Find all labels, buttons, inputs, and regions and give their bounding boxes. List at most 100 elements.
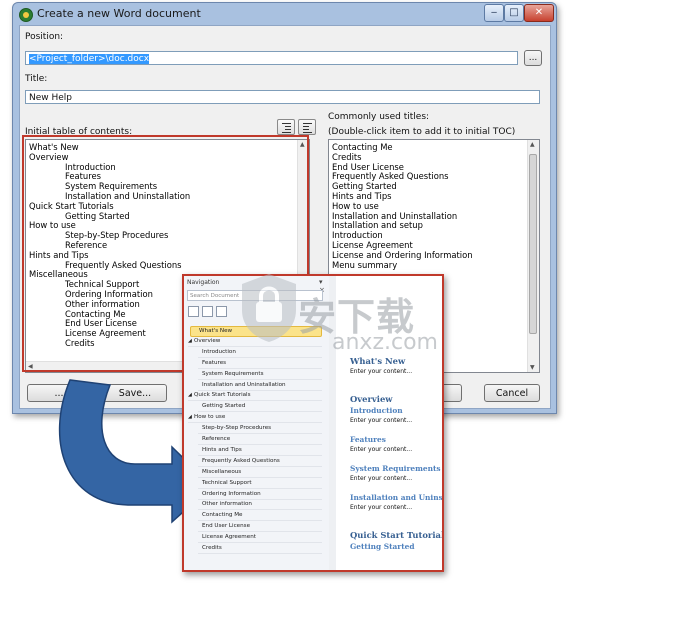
- nav-heading-item[interactable]: Quick Start Tutorials ◢: [188, 391, 322, 402]
- position-value: <Project_folder>\doc.docx: [29, 54, 150, 64]
- toc-item[interactable]: Quick Start Tutorials: [29, 201, 114, 211]
- close-button[interactable]: ✕: [524, 4, 554, 22]
- outdent-button[interactable]: [277, 119, 295, 135]
- toc-item[interactable]: How to use: [29, 220, 76, 230]
- common-vertical-scrollbar[interactable]: ▲ ▼: [527, 140, 539, 372]
- nav-heading-item[interactable]: Frequently Asked Questions: [198, 457, 322, 467]
- load-button[interactable]: ...: [27, 384, 91, 402]
- toc-item[interactable]: Step-by-Step Procedures: [65, 230, 168, 240]
- doc-heading: Quick Start Tutorials: [350, 530, 444, 540]
- nav-heading-item[interactable]: Installation and Uninstallation: [198, 381, 322, 391]
- toc-item[interactable]: Hints and Tips: [29, 250, 89, 260]
- scroll-down-icon[interactable]: ▼: [530, 364, 535, 371]
- browse-button[interactable]: ...: [524, 50, 542, 66]
- navigation-title: Navigation: [187, 279, 220, 286]
- common-title-item[interactable]: Installation and Uninstallation: [332, 211, 457, 221]
- common-title-item[interactable]: Introduction: [332, 230, 383, 240]
- nav-search-input[interactable]: Search Document: [187, 290, 323, 301]
- doc-heading: What's New: [350, 356, 406, 366]
- scroll-up-icon[interactable]: ▲: [530, 141, 535, 148]
- word-preview-inset: Navigation ▾ × Search Document What's Ne…: [182, 274, 444, 572]
- common-title-item[interactable]: Hints and Tips: [332, 191, 392, 201]
- doc-heading: System Requirements: [350, 464, 441, 473]
- scroll-left-icon[interactable]: ◀: [28, 363, 33, 370]
- doc-paragraph: Enter your content...: [350, 475, 413, 482]
- position-field[interactable]: <Project_folder>\doc.docx: [25, 51, 518, 65]
- cancel-button[interactable]: Cancel: [484, 384, 540, 402]
- save-button[interactable]: Save...: [103, 384, 167, 402]
- toc-item[interactable]: Reference: [65, 240, 107, 250]
- toc-item[interactable]: System Requirements: [65, 181, 157, 191]
- common-title-item[interactable]: License and Ordering Information: [332, 250, 473, 260]
- indent-button[interactable]: [298, 119, 316, 135]
- maximize-button[interactable]: □: [504, 4, 524, 22]
- collapse-triangle-icon[interactable]: ◢: [188, 337, 192, 346]
- doc-heading: Installation and Uninstallation: [350, 493, 443, 502]
- nav-heading-item[interactable]: End User License: [198, 522, 322, 533]
- collapse-triangle-icon[interactable]: ◢: [188, 413, 192, 422]
- position-label: Position:: [25, 32, 64, 42]
- nav-heading-item[interactable]: Hints and Tips: [198, 446, 322, 456]
- nav-heading-item[interactable]: Reference: [198, 435, 322, 445]
- headings-view-icon[interactable]: [188, 306, 199, 317]
- doc-paragraph: Enter your content...: [350, 417, 413, 424]
- common-title-item[interactable]: License Agreement: [332, 240, 413, 250]
- nav-heading-item[interactable]: Other information: [198, 500, 322, 511]
- title-bar[interactable]: Create a new Word document ‒ □ ✕: [13, 3, 556, 25]
- app-icon: [19, 8, 33, 22]
- common-title-item[interactable]: How to use: [332, 201, 379, 211]
- title-label: Title:: [25, 74, 48, 84]
- nav-heading-item[interactable]: Step-by-Step Procedures: [198, 424, 322, 435]
- common-titles-hint: (Double-click item to add it to initial …: [328, 127, 516, 137]
- nav-heading-item[interactable]: Contacting Me: [198, 511, 322, 522]
- doc-paragraph: Enter your content...: [350, 368, 413, 375]
- toc-label: Initial table of contents:: [25, 127, 133, 137]
- nav-heading-item[interactable]: License Agreement: [198, 533, 322, 544]
- nav-heading-item[interactable]: Overview ◢: [188, 337, 322, 347]
- toc-item[interactable]: Frequently Asked Questions: [65, 260, 182, 270]
- toc-item[interactable]: Installation and Uninstallation: [65, 191, 190, 201]
- results-view-icon[interactable]: [216, 306, 227, 317]
- toc-item[interactable]: Credits: [65, 338, 95, 348]
- toc-item[interactable]: Introduction: [65, 162, 116, 172]
- nav-heading-item[interactable]: Features: [198, 359, 322, 369]
- nav-heading-item[interactable]: Getting Started: [198, 402, 322, 413]
- scroll-up-icon[interactable]: ▲: [300, 141, 305, 148]
- toc-item[interactable]: End User License: [65, 318, 137, 328]
- scroll-thumb[interactable]: [529, 154, 537, 334]
- common-title-item[interactable]: End User License: [332, 162, 404, 172]
- nav-heading-item[interactable]: Introduction: [198, 348, 322, 358]
- doc-paragraph: Enter your content...: [350, 504, 413, 511]
- toc-item[interactable]: Overview: [29, 152, 68, 162]
- minimize-button[interactable]: ‒: [484, 4, 504, 22]
- toc-item[interactable]: Features: [65, 171, 101, 181]
- common-title-item[interactable]: Getting Started: [332, 181, 397, 191]
- nav-heading-item[interactable]: How to use ◢: [188, 413, 322, 424]
- nav-view-tabs: [188, 306, 230, 317]
- title-input[interactable]: New Help: [25, 90, 540, 104]
- toc-item[interactable]: What's New: [29, 142, 79, 152]
- toc-item[interactable]: Ordering Information: [65, 289, 153, 299]
- doc-heading: Features: [350, 435, 386, 444]
- toc-item[interactable]: License Agreement: [65, 328, 146, 338]
- toc-item[interactable]: Other information: [65, 299, 140, 309]
- toc-item[interactable]: Contacting Me: [65, 309, 126, 319]
- nav-heading-item[interactable]: Credits: [198, 544, 322, 554]
- common-title-item[interactable]: Frequently Asked Questions: [332, 171, 449, 181]
- pages-view-icon[interactable]: [202, 306, 213, 317]
- nav-heading-item[interactable]: Miscellaneous: [198, 468, 322, 478]
- nav-heading-item[interactable]: Ordering Information: [198, 490, 322, 500]
- common-title-item[interactable]: Installation and setup: [332, 220, 423, 230]
- common-title-item[interactable]: Credits: [332, 152, 362, 162]
- toc-item[interactable]: Miscellaneous: [29, 269, 88, 279]
- toc-item[interactable]: Getting Started: [65, 211, 130, 221]
- toc-item[interactable]: Technical Support: [65, 279, 139, 289]
- common-title-item[interactable]: Contacting Me: [332, 142, 393, 152]
- common-titles-label: Commonly used titles:: [328, 112, 430, 122]
- nav-heading-item[interactable]: Technical Support: [198, 479, 322, 489]
- collapse-triangle-icon[interactable]: ◢: [188, 391, 192, 400]
- doc-paragraph: Enter your content...: [350, 446, 413, 453]
- common-title-item[interactable]: Menu summary: [332, 260, 397, 270]
- nav-heading-item[interactable]: What's New: [190, 326, 322, 337]
- nav-heading-item[interactable]: System Requirements: [198, 370, 322, 380]
